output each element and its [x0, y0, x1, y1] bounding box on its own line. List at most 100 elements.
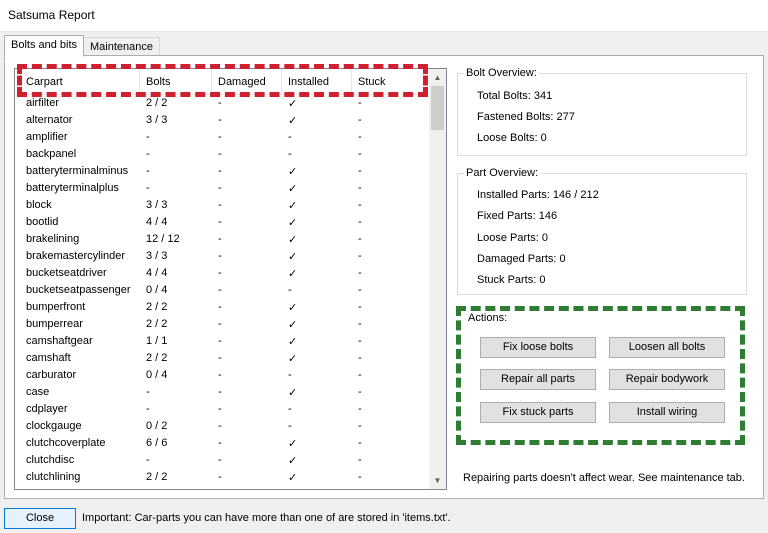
table-row[interactable]: backpanel - - - - — [15, 147, 429, 164]
cell-stuck: - — [358, 335, 362, 347]
window-title: Satsuma Report — [8, 8, 95, 22]
carpart-list[interactable]: Carpart Bolts Damaged Installed Stuck ai… — [14, 68, 447, 490]
cell-carpart: bumperrear — [26, 318, 83, 330]
table-row[interactable]: camshaft 2 / 2 - ✓ - — [15, 351, 429, 368]
table-row[interactable]: carburator 0 / 4 - - - — [15, 368, 429, 385]
cell-carpart: block — [26, 199, 52, 211]
cell-carpart: camshaftgear — [26, 335, 93, 347]
cell-stuck: - — [358, 352, 362, 364]
part-overview-group: Part Overview: Installed Parts: 146 / 21… — [457, 167, 747, 295]
table-row[interactable]: clockgauge 0 / 2 - - - — [15, 419, 429, 436]
cell-bolts: 3 / 3 — [146, 250, 168, 262]
cell-damaged: - — [218, 148, 222, 160]
cell-stuck: - — [358, 437, 362, 449]
cell-stuck: - — [358, 199, 362, 211]
cell-bolts: 2 / 2 — [146, 471, 168, 483]
cell-carpart: batteryterminalplus — [26, 182, 119, 194]
table-row[interactable]: bumperrear 2 / 2 - ✓ - — [15, 317, 429, 334]
cell-installed: ✓ — [288, 98, 298, 110]
column-header-bolts[interactable]: Bolts — [140, 69, 212, 95]
table-row[interactable]: bootlid 4 / 4 - ✓ - — [15, 215, 429, 232]
table-row[interactable]: block 3 / 3 - ✓ - — [15, 198, 429, 215]
cell-installed: ✓ — [288, 115, 298, 127]
cell-installed: - — [288, 284, 292, 296]
cell-carpart: clutchdisc — [26, 454, 75, 466]
cell-stuck: - — [358, 250, 362, 262]
status-message: Important: Car-parts you can have more t… — [82, 512, 451, 524]
cell-carpart: bucketseatdriver — [26, 267, 107, 279]
cell-stuck: - — [358, 386, 362, 398]
cell-damaged: - — [218, 386, 222, 398]
table-row[interactable]: bucketseatdriver 4 / 4 - ✓ - — [15, 266, 429, 283]
list-header: Carpart Bolts Damaged Installed Stuck — [15, 69, 429, 95]
table-row[interactable]: brakemastercylinder 3 / 3 - ✓ - — [15, 249, 429, 266]
cell-damaged: - — [218, 97, 222, 109]
table-row[interactable]: clutchcoverplate 6 / 6 - ✓ - — [15, 436, 429, 453]
close-button[interactable]: Close — [4, 508, 76, 529]
fix-stuck-parts-button[interactable]: Fix stuck parts — [480, 402, 596, 423]
cell-stuck: - — [358, 403, 362, 415]
cell-bolts: - — [146, 148, 150, 160]
table-row[interactable]: alternator 3 / 3 - ✓ - — [15, 113, 429, 130]
scroll-down-arrow-icon[interactable]: ▼ — [429, 472, 446, 489]
column-header-stuck[interactable]: Stuck — [352, 69, 422, 95]
cell-damaged: - — [218, 216, 222, 228]
loosen-all-bolts-button[interactable]: Loosen all bolts — [609, 337, 725, 358]
table-row[interactable]: case - - ✓ - — [15, 385, 429, 402]
cell-installed: ✓ — [288, 438, 298, 450]
cell-stuck: - — [358, 233, 362, 245]
column-header-installed[interactable]: Installed — [282, 69, 352, 95]
cell-stuck: - — [358, 182, 362, 194]
cell-installed: ✓ — [288, 217, 298, 229]
table-row[interactable]: brakelining 12 / 12 - ✓ - — [15, 232, 429, 249]
fix-loose-bolts-button[interactable]: Fix loose bolts — [480, 337, 596, 358]
stuck-parts: Stuck Parts: 0 — [477, 274, 546, 286]
table-row[interactable]: bumperfront 2 / 2 - ✓ - — [15, 300, 429, 317]
scrollbar-thumb[interactable] — [431, 86, 444, 130]
loose-bolts: Loose Bolts: 0 — [477, 132, 547, 144]
cell-stuck: - — [358, 454, 362, 466]
repair-bodywork-button[interactable]: Repair bodywork — [609, 369, 725, 390]
cell-installed: ✓ — [288, 472, 298, 484]
cell-stuck: - — [358, 165, 362, 177]
table-row[interactable]: cdplayer - - - - — [15, 402, 429, 419]
damaged-parts: Damaged Parts: 0 — [477, 253, 566, 265]
cell-damaged: - — [218, 403, 222, 415]
column-header-carpart[interactable]: Carpart — [20, 69, 140, 95]
title-bar: Satsuma Report — [0, 0, 768, 32]
cell-damaged: - — [218, 165, 222, 177]
table-row[interactable]: camshaftgear 1 / 1 - ✓ - — [15, 334, 429, 351]
cell-carpart: alternator — [26, 114, 73, 126]
table-row[interactable]: clutchdisc - - ✓ - — [15, 453, 429, 470]
cell-bolts: 0 / 2 — [146, 420, 168, 432]
repair-all-parts-button[interactable]: Repair all parts — [480, 369, 596, 390]
cell-stuck: - — [358, 369, 362, 381]
table-row[interactable]: batteryterminalplus - - ✓ - — [15, 181, 429, 198]
vertical-scrollbar[interactable]: ▲ ▼ — [429, 69, 446, 489]
cell-carpart: batteryterminalminus — [26, 165, 129, 177]
cell-carpart: clutchcoverplate — [26, 437, 106, 449]
scroll-up-arrow-icon[interactable]: ▲ — [429, 69, 446, 86]
table-row[interactable]: airfilter 2 / 2 - ✓ - — [15, 96, 429, 113]
cell-carpart: airfilter — [26, 97, 60, 109]
column-header-damaged[interactable]: Damaged — [212, 69, 282, 95]
tab-bolts-and-bits[interactable]: Bolts and bits — [4, 35, 85, 57]
cell-installed: ✓ — [288, 319, 298, 331]
cell-carpart: bootlid — [26, 216, 59, 228]
cell-installed: ✓ — [288, 353, 298, 365]
cell-installed: ✓ — [288, 183, 298, 195]
cell-bolts: - — [146, 403, 150, 415]
table-row[interactable]: bucketseatpassenger 0 / 4 - - - — [15, 283, 429, 300]
cell-damaged: - — [218, 318, 222, 330]
table-row[interactable]: amplifier - - - - — [15, 130, 429, 147]
cell-carpart: bumperfront — [26, 301, 86, 313]
installed-parts: Installed Parts: 146 / 212 — [477, 189, 599, 201]
tab-maintenance[interactable]: Maintenance — [83, 37, 160, 56]
bolt-overview-group: Bolt Overview: Total Bolts: 341 Fastened… — [457, 67, 747, 156]
cell-stuck: - — [358, 97, 362, 109]
install-wiring-button[interactable]: Install wiring — [609, 402, 725, 423]
table-row[interactable]: clutchlining 2 / 2 - ✓ - — [15, 470, 429, 487]
cell-installed: ✓ — [288, 166, 298, 178]
cell-damaged: - — [218, 369, 222, 381]
table-row[interactable]: batteryterminalminus - - ✓ - — [15, 164, 429, 181]
